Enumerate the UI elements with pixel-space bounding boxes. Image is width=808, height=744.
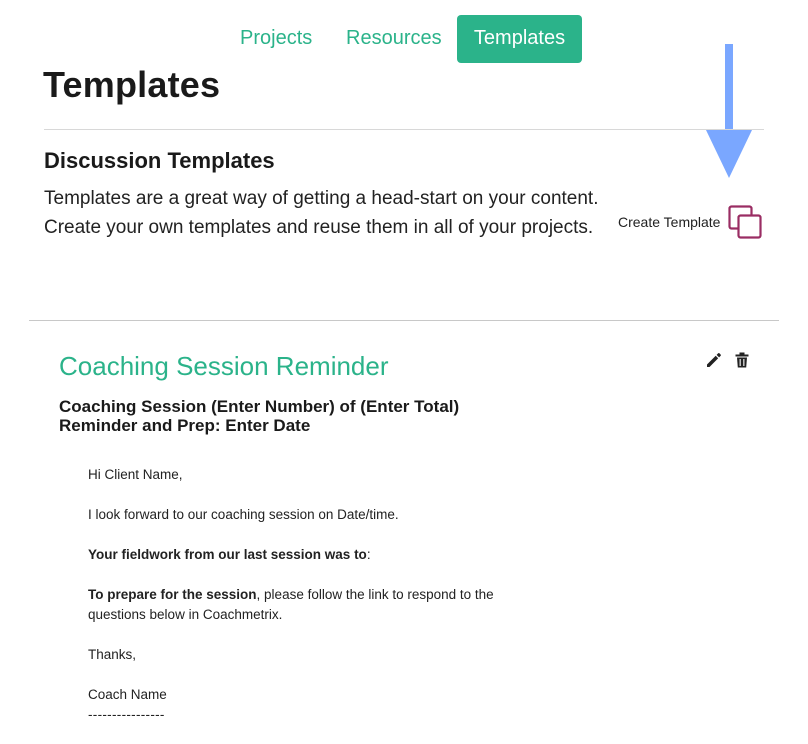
nav-resources[interactable]: Resources	[346, 15, 442, 63]
subject-line: Coaching Session (Enter Number) of (Ente…	[59, 397, 460, 416]
body-line: I look forward to our coaching session o…	[88, 507, 399, 522]
nav-projects[interactable]: Projects	[240, 15, 312, 63]
divider	[44, 129, 764, 130]
body-thanks: Thanks,	[88, 647, 137, 662]
create-template-button[interactable]: Create Template	[618, 204, 763, 240]
body-fieldwork: Your fieldwork from our last session was…	[88, 545, 548, 565]
nav-templates[interactable]: Templates	[457, 15, 582, 63]
body-divider: ----------------	[88, 707, 165, 722]
top-nav: Projects Resources Templates	[0, 15, 808, 63]
template-subject: Coaching Session (Enter Number) of (Ente…	[59, 397, 539, 435]
trash-icon[interactable]	[735, 352, 749, 368]
body-prepare: To prepare for the session, please follo…	[88, 585, 528, 625]
body-greeting: Hi Client Name,	[88, 467, 183, 482]
pencil-icon[interactable]	[706, 352, 722, 368]
copy-icon	[728, 205, 763, 239]
fieldwork-bold: Your fieldwork from our last session was…	[88, 547, 367, 562]
template-title[interactable]: Coaching Session Reminder	[59, 351, 389, 382]
annotation-arrow	[706, 44, 752, 178]
create-template-label: Create Template	[618, 214, 721, 230]
page-title: Templates	[43, 64, 221, 105]
section-title: Discussion Templates	[44, 148, 275, 173]
prepare-bold: To prepare for the session	[88, 587, 257, 602]
divider	[29, 320, 779, 321]
fieldwork-rest: :	[366, 547, 371, 562]
subject-line: Reminder and Prep: Enter Date	[59, 416, 311, 435]
section-description: Templates are a great way of getting a h…	[44, 188, 599, 238]
body-signature: Coach Name	[88, 687, 167, 702]
